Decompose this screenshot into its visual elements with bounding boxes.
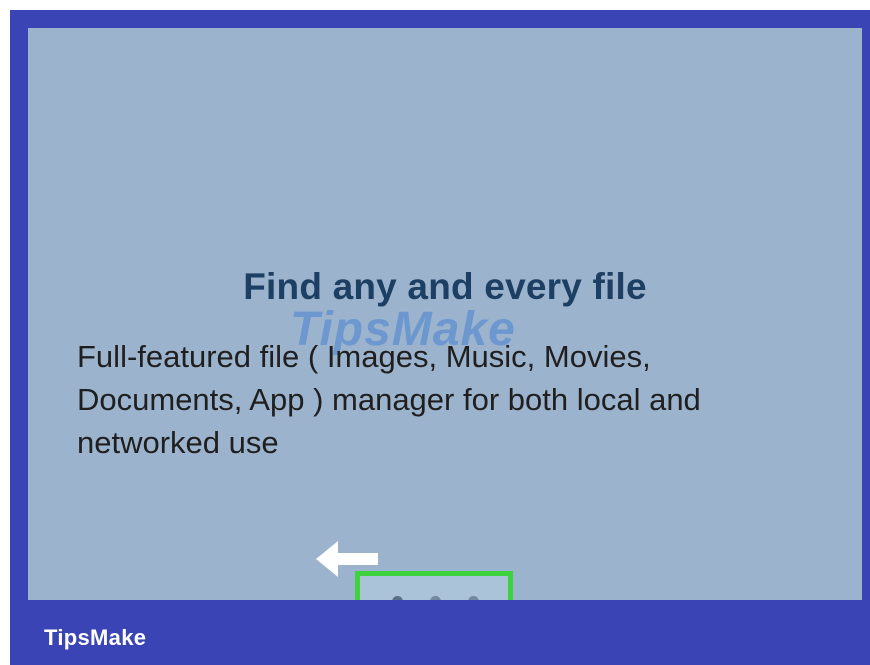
brand-bar: TipsMake xyxy=(10,600,870,665)
brand-label: TipsMake xyxy=(44,625,147,650)
onboarding-description: Full-featured file ( Images, Music, Movi… xyxy=(77,339,701,460)
onboarding-screen: Find any and every file TipsMake Full-fe… xyxy=(28,28,862,600)
tutorial-frame: Find any and every file TipsMake Full-fe… xyxy=(0,0,870,665)
onboarding-headline: Find any and every file xyxy=(243,266,647,307)
page-indicator-highlight[interactable] xyxy=(355,571,513,600)
